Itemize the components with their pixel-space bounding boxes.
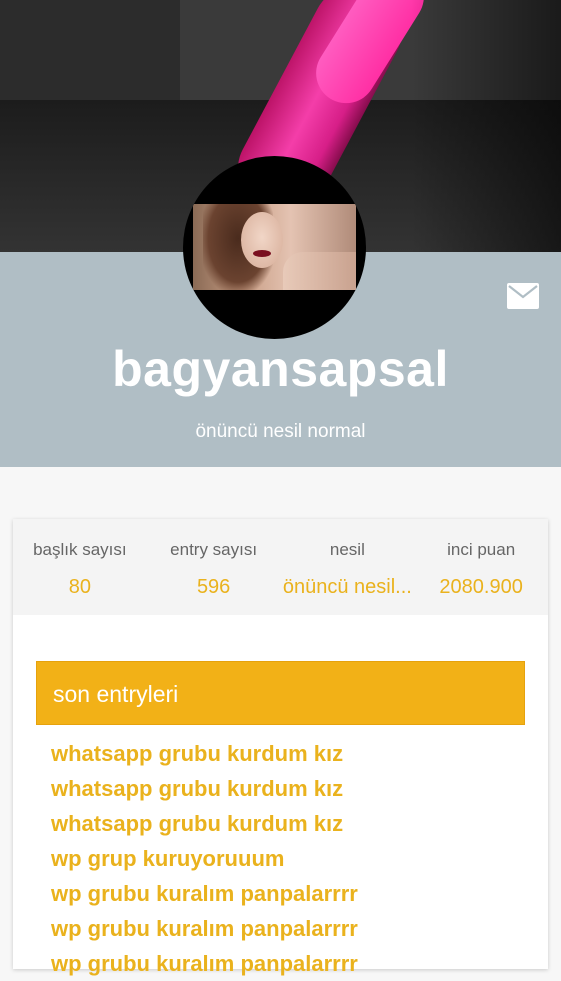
entry-link[interactable]: whatsapp grubu kurdum kız <box>51 806 531 841</box>
stat-value: 80 <box>68 576 91 598</box>
avatar-lips <box>253 250 271 257</box>
entry-link[interactable]: wp grubu kuralım panpalarrrr <box>51 946 531 981</box>
stat-generation: nesil önüncü nesil... <box>281 519 415 615</box>
stat-value: önüncü nesil... <box>282 576 412 598</box>
stat-value: 596 <box>196 576 231 598</box>
stat-topic-count[interactable]: başlık sayısı 80 <box>13 519 147 615</box>
cover-dark-shape <box>0 0 180 110</box>
stat-label: başlık sayısı <box>33 540 127 559</box>
stat-entry-count[interactable]: entry sayısı 596 <box>147 519 281 615</box>
entry-link[interactable]: wp grup kuruyoruuum <box>51 841 531 876</box>
avatar[interactable] <box>183 156 366 339</box>
stat-label: nesil <box>329 540 365 559</box>
entry-link[interactable]: whatsapp grubu kurdum kız <box>51 771 531 806</box>
section-title: son entryleri <box>53 681 179 707</box>
entry-link[interactable]: whatsapp grubu kurdum kız <box>51 736 531 771</box>
entry-link[interactable]: wp grubu kuralım panpalarrrr <box>51 876 531 911</box>
entry-link[interactable]: wp grubu kuralım panpalarrrr <box>51 911 531 946</box>
avatar-face <box>241 212 283 268</box>
stat-label: entry sayısı <box>170 540 258 559</box>
user-title: önüncü nesil normal <box>195 421 366 442</box>
mail-icon[interactable] <box>507 283 539 309</box>
recent-entries-list: whatsapp grubu kurdum kız whatsapp grubu… <box>51 736 531 981</box>
username: bagyansapsal <box>112 341 449 397</box>
avatar-shoulder <box>283 252 356 290</box>
stat-value: 2080.900 <box>439 576 523 598</box>
recent-entries-header: son entryleri <box>36 661 525 725</box>
cover-shadow <box>411 0 561 252</box>
stat-label: inci puan <box>447 540 516 559</box>
stat-points: inci puan 2080.900 <box>414 519 548 615</box>
profile-card: başlık sayısı 80 entry sayısı 596 nesil … <box>13 519 548 976</box>
stats-row: başlık sayısı 80 entry sayısı 596 nesil … <box>13 519 548 615</box>
